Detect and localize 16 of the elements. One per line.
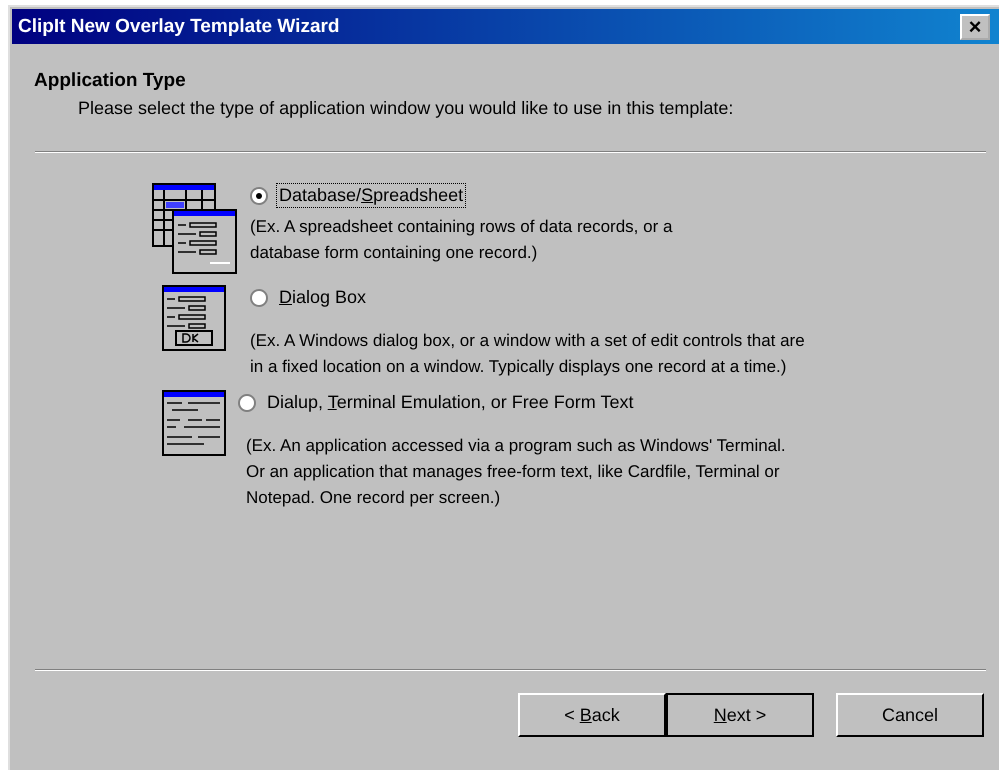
close-button[interactable]: × — [960, 14, 990, 40]
spreadsheet-form-icon — [152, 183, 238, 275]
window-title: ClipIt New Overlay Template Wizard — [17, 16, 340, 38]
radio-option[interactable]: Dialup, Terminal Emulation, or Free Form Text — [238, 390, 806, 415]
radio-option[interactable]: Database/Spreadsheet — [250, 183, 690, 208]
option-description: (Ex. A Windows dialog box, or a window with a set of edit controls that are in a fixed location on a window. Typically displays one record at a time.) — [250, 330, 806, 378]
dialog-box-icon — [162, 285, 226, 351]
option-description: (Ex. A spreadsheet containing rows of data records, or a database form containing one record.) — [250, 216, 674, 264]
page-heading: Application Type — [34, 70, 187, 92]
wizard-button[interactable]: Cancel — [836, 693, 984, 737]
option-description: (Ex. An application accessed via a program such as Windows' Terminal. Or an application that manages free-form text, like Cardfile, Terminal or Notepad. One record per screen.) — [246, 435, 787, 509]
wizard-button[interactable]: < Back — [518, 693, 666, 737]
text-document-icon — [162, 390, 226, 456]
radio-option[interactable]: Dialog Box — [250, 285, 810, 310]
wizard-button[interactable]: Next > — [666, 693, 814, 737]
page-subtitle: Please select the type of application window you would like to use in this template: — [78, 98, 734, 119]
